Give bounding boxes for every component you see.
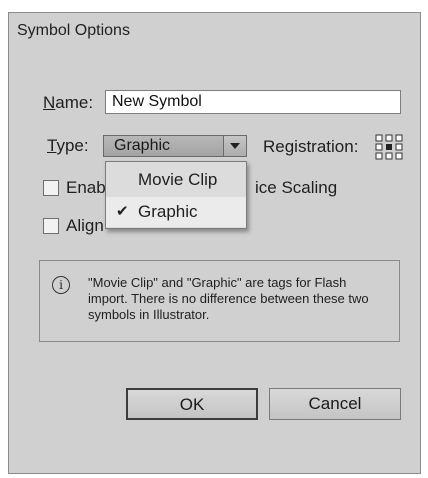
- menu-item-graphic[interactable]: ✔ Graphic: [106, 197, 246, 227]
- enable-scaling-label-tail: ice Scaling: [255, 178, 338, 197]
- enable-scaling-checkbox[interactable]: [43, 180, 59, 196]
- dialog-title: Symbol Options: [17, 22, 130, 39]
- chevron-down-icon[interactable]: [223, 136, 246, 156]
- registration-label: Registration:: [263, 137, 359, 156]
- info-text: "Movie Clip" and "Graphic" are tags for …: [88, 275, 369, 322]
- type-select[interactable]: Graphic: [103, 135, 247, 157]
- ok-button[interactable]: OK: [126, 388, 258, 420]
- info-icon: i: [52, 276, 70, 294]
- type-select-value: Graphic: [114, 137, 171, 154]
- enable-scaling-label: Enab: [66, 178, 106, 197]
- checkmark-icon: ✔: [116, 203, 129, 220]
- align-pixel-grid-checkbox[interactable]: [43, 218, 59, 234]
- symbol-options-dialog: Symbol Options Name: Type: Graphic Regis…: [8, 12, 421, 474]
- cancel-button[interactable]: Cancel: [269, 388, 401, 420]
- registration-grid-icon[interactable]: [375, 134, 403, 160]
- name-input[interactable]: [105, 90, 401, 114]
- menu-item-movie-clip[interactable]: Movie Clip: [106, 165, 246, 195]
- info-box: i "Movie Clip" and "Graphic" are tags fo…: [39, 260, 400, 342]
- type-label: Type:: [47, 136, 89, 155]
- name-label: Name:: [43, 93, 94, 112]
- type-dropdown-menu: Movie Clip ✔ Graphic: [105, 161, 247, 229]
- align-pixel-grid-label: Align: [66, 216, 104, 235]
